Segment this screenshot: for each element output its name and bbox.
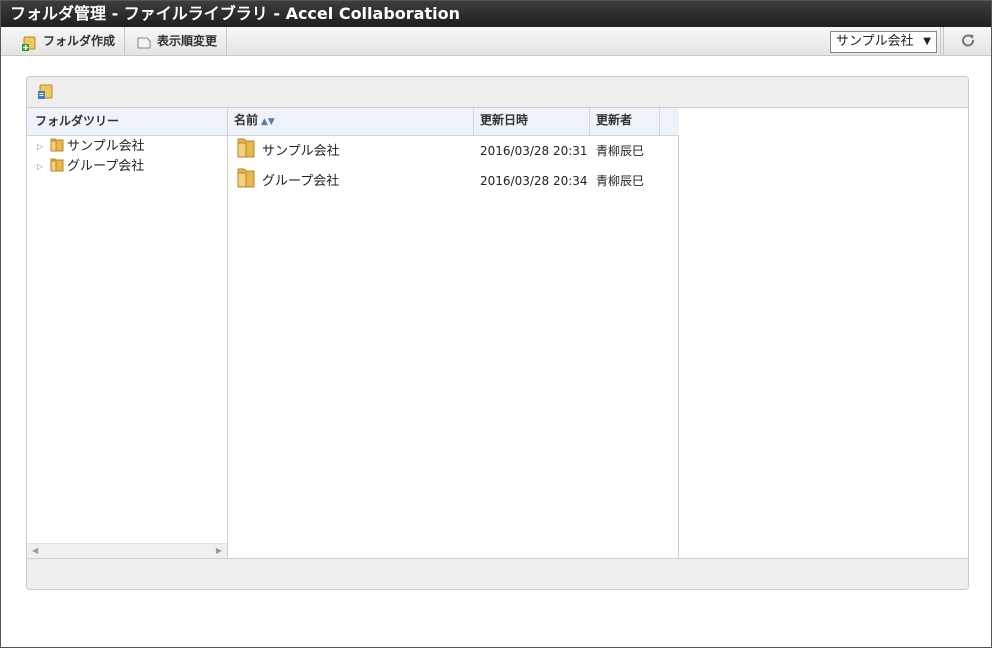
add-folder-icon [22,33,38,51]
tree-header: フォルダツリー [27,108,227,136]
file-list-pane: 名前 ▲▼ 更新日時 更新者 サンプル会社 2016/03/28 20:31 青… [228,108,679,559]
tree-item-label: グループ会社 [67,159,145,174]
row-user: 青柳辰巳 [596,174,645,188]
scroll-left-icon[interactable]: ◀ [32,546,38,555]
panel-footer [27,558,968,589]
company-select[interactable]: サンプル会社 ▼ [830,31,937,53]
detail-pane [679,108,968,559]
refresh-button[interactable] [943,27,991,55]
tree-item-group-company[interactable]: ▷ グループ会社 [27,157,227,177]
tree-item-label: サンプル会社 [67,139,145,154]
tree-horizontal-scrollbar[interactable]: ◀ ▶ [27,543,227,559]
row-name: グループ会社 [262,174,340,189]
toolbar: フォルダ作成 表示順変更 サンプル会社 ▼ [1,27,991,56]
row-name: サンプル会社 [262,144,340,159]
dropdown-arrow-icon: ▼ [923,36,931,47]
company-select-value: サンプル会社 [836,34,914,49]
row-date: 2016/03/28 20:31 [480,144,588,158]
expand-arrow-icon[interactable]: ▷ [37,137,47,157]
column-header-spacer [660,108,679,135]
refresh-icon [961,33,975,50]
expand-arrow-icon[interactable]: ▷ [37,157,47,177]
column-header-user[interactable]: 更新者 [590,108,660,135]
window-frame: フォルダ管理 - ファイルライブラリ - Accel Collaboration… [0,0,992,648]
reorder-button[interactable]: 表示順変更 [127,27,228,55]
tree-item-sample-company[interactable]: ▷ サンプル会社 [27,137,227,157]
folder-panel: フォルダツリー ▷ サンプル会社 ▷ グループ会社 ◀ ▶ 名前 ▲▼ 更新日時… [26,76,969,590]
column-name-label: 名前 [234,113,259,127]
folder-icon [50,156,64,179]
table-row[interactable]: サンプル会社 2016/03/28 20:31 青柳辰巳 [228,137,679,167]
row-user: 青柳辰巳 [596,144,645,158]
create-folder-button[interactable]: フォルダ作成 [13,27,126,55]
folder-icon [236,165,256,200]
list-header: 名前 ▲▼ 更新日時 更新者 [228,108,679,136]
row-date: 2016/03/28 20:34 [480,174,588,188]
panel-header [27,77,968,108]
window-title: フォルダ管理 - ファイルライブラリ - Accel Collaboration [1,1,991,27]
table-row[interactable]: グループ会社 2016/03/28 20:34 青柳辰巳 [228,167,679,197]
column-header-name[interactable]: 名前 ▲▼ [228,108,474,135]
toolbar-divider [940,27,941,55]
reorder-label: 表示順変更 [157,34,218,48]
reorder-icon [136,33,152,49]
scroll-right-icon[interactable]: ▶ [216,546,222,555]
create-folder-label: フォルダ作成 [43,34,116,48]
column-header-date[interactable]: 更新日時 [474,108,590,135]
folder-tree-pane: フォルダツリー ▷ サンプル会社 ▷ グループ会社 ◀ ▶ [27,108,228,559]
folder-settings-icon[interactable] [38,83,54,104]
sort-icon: ▲▼ [261,117,275,127]
